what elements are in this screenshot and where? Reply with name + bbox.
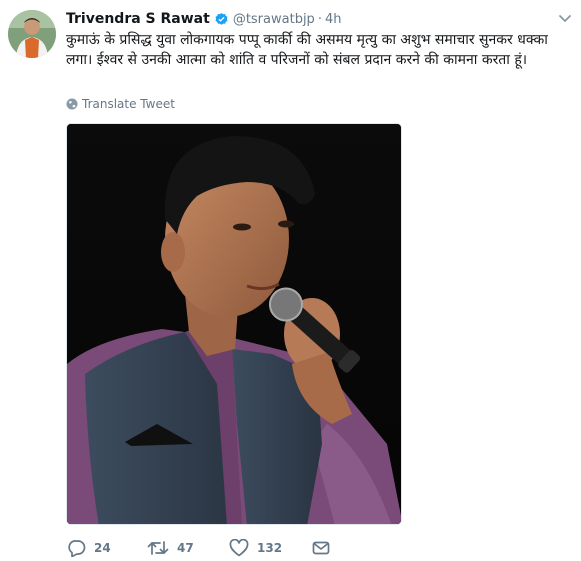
author-name[interactable]: Trivendra S Rawat [66,11,210,27]
avatar-image [8,10,56,58]
globe-icon [66,98,78,110]
reply-button[interactable]: 24 [66,539,147,557]
tweet-card: Trivendra S Rawat @tsrawatbjp · 4h कुमाऊ… [0,0,581,561]
tweet-timestamp[interactable]: 4h [325,12,342,27]
author-handle[interactable]: @tsrawatbjp [233,12,315,27]
meta-separator: · [317,11,322,27]
reply-icon [68,540,86,557]
translate-tweet-label: Translate Tweet [82,97,175,111]
singer-photo [67,124,401,524]
retweet-icon [147,541,169,555]
tweet-header: Trivendra S Rawat @tsrawatbjp · 4h [66,9,541,29]
tweet-text: कुमाऊं के प्रसिद्ध युवा लोकगायक पप्पू का… [66,32,548,68]
verified-badge-icon [215,12,228,25]
retweet-button[interactable]: 47 [147,539,229,557]
retweet-count: 47 [177,541,194,555]
heart-icon [229,539,249,557]
direct-message-button[interactable] [312,540,338,556]
reply-count: 24 [94,541,111,555]
tweet-actions: 24 47 132 [66,538,338,558]
like-count: 132 [257,541,283,555]
chevron-down-icon[interactable] [557,10,573,26]
avatar[interactable] [8,10,56,58]
translate-tweet-link[interactable]: Translate Tweet [66,96,175,112]
envelope-icon [312,541,330,555]
like-button[interactable]: 132 [229,539,312,557]
tweet-photo[interactable] [66,123,402,525]
